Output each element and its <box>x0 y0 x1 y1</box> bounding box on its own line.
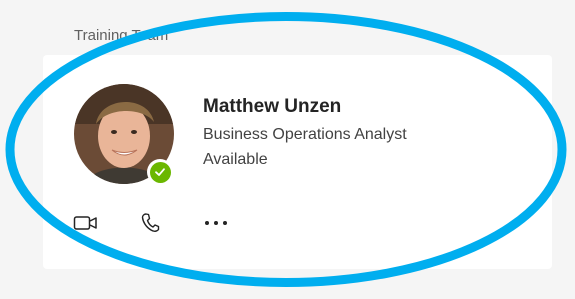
video-call-icon <box>73 216 97 230</box>
presence-status: Available <box>203 151 268 168</box>
contact-name: Matthew Unzen <box>203 96 342 117</box>
more-options-icon <box>205 221 227 225</box>
available-check-icon <box>149 161 171 183</box>
group-label: Training Team <box>74 27 169 44</box>
video-call-button[interactable] <box>71 210 101 236</box>
more-options-button[interactable] <box>201 210 231 236</box>
contact-title: Business Operations Analyst <box>203 126 407 143</box>
phone-call-icon <box>141 213 160 232</box>
audio-call-button[interactable] <box>135 210 165 236</box>
presence-badge <box>147 159 173 185</box>
